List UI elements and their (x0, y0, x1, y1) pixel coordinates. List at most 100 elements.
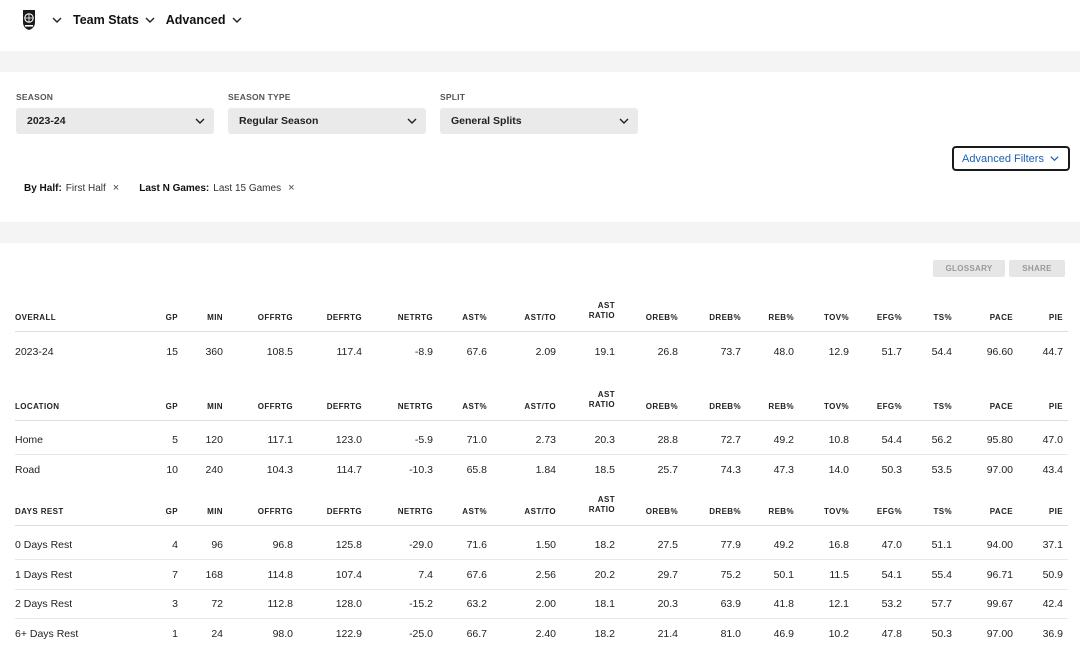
table-row: 2 Days Rest 3 72 112.8 128.0 -15.2 63.2 2.00 18.… (15, 590, 1068, 619)
column-header-line: RATIO (588, 505, 615, 514)
column-header[interactable]: AST/TO (524, 497, 556, 525)
column-header[interactable]: NETRTG (398, 303, 433, 331)
remove-filter-icon[interactable]: × (113, 182, 119, 194)
column-header[interactable]: EFG% (877, 497, 902, 525)
stat-cell: 11.5 (829, 569, 849, 581)
stat-cell: 99.67 (986, 598, 1013, 610)
stat-cell: 25.7 (657, 463, 678, 476)
column-header[interactable]: PACE (990, 303, 1013, 331)
column-header[interactable]: EFG% (877, 392, 902, 420)
column-header[interactable]: OREB% (646, 303, 678, 331)
split-select[interactable]: General Splits (440, 108, 638, 134)
column-header[interactable]: GP (166, 497, 178, 525)
stat-cell: 94.00 (986, 539, 1013, 551)
stat-cell: 27.5 (657, 539, 678, 551)
column-header[interactable]: REB% (768, 497, 794, 525)
season-select[interactable]: 2023-24 (16, 108, 214, 134)
column-header[interactable]: TOV% (824, 303, 849, 331)
filter-chip-by-half: By Half: First Half × (24, 182, 119, 194)
stat-cell: 50.9 (1042, 569, 1063, 581)
stat-cell: 117.1 (267, 434, 294, 446)
row-label: 2023-24 (15, 345, 54, 358)
column-header[interactable]: AST% (462, 303, 487, 331)
stat-cell: 43.4 (1042, 463, 1063, 476)
column-header[interactable]: PACE (990, 497, 1013, 525)
column-header[interactable]: NETRTG (398, 392, 433, 420)
stat-cell: 168 (205, 569, 223, 581)
column-header[interactable]: TS% (933, 303, 952, 331)
column-header[interactable]: DREB% (709, 303, 741, 331)
column-header[interactable]: NETRTG (398, 497, 433, 525)
column-header[interactable]: GP (166, 392, 178, 420)
column-header[interactable]: AST RATIO (589, 297, 615, 325)
stat-cell: 20.2 (594, 569, 615, 581)
advanced-menu[interactable]: Advanced (166, 13, 243, 27)
stat-cell: 71.6 (466, 539, 487, 551)
column-header[interactable]: OREB% (646, 392, 678, 420)
stat-cell: 49.2 (773, 434, 794, 446)
stat-cell: 67.6 (466, 345, 487, 358)
stat-cell: 120 (205, 434, 223, 446)
column-header[interactable]: PIE (1049, 303, 1063, 331)
column-header[interactable]: DEFRTG (327, 303, 362, 331)
column-header[interactable]: GP (166, 303, 178, 331)
column-header[interactable]: OFFRTG (258, 497, 293, 525)
column-header[interactable]: TOV% (824, 497, 849, 525)
column-header-line: AST (597, 301, 615, 310)
filter-chip-last-n-games: Last N Games: Last 15 Games × (139, 182, 294, 194)
column-header[interactable]: AST/TO (524, 392, 556, 420)
glossary-button[interactable]: GLOSSARY (933, 260, 1005, 277)
column-header[interactable]: REB% (768, 392, 794, 420)
stat-cell: 81.0 (720, 627, 741, 640)
stat-cell: 72.7 (720, 434, 741, 446)
column-header[interactable]: MIN (207, 303, 223, 331)
column-header[interactable]: PIE (1049, 497, 1063, 525)
column-header[interactable]: AST/TO (524, 303, 556, 331)
stat-cell: 54.4 (931, 345, 952, 358)
table-section-header: OVERALL GP MIN OFFRTG DEFRTG NETRTG AST% AST/TO… (15, 301, 1068, 332)
column-header-line: RATIO (588, 400, 615, 409)
remove-filter-icon[interactable]: × (288, 182, 294, 194)
column-header[interactable]: DEFRTG (327, 392, 362, 420)
stat-cell: 114.7 (336, 463, 363, 476)
column-header[interactable]: TS% (933, 497, 952, 525)
column-header[interactable]: OFFRTG (258, 392, 293, 420)
team-stats-menu[interactable]: Team Stats (73, 13, 156, 27)
column-header[interactable]: TS% (933, 392, 952, 420)
column-header[interactable]: MIN (207, 497, 223, 525)
column-header[interactable]: MIN (207, 392, 223, 420)
column-header[interactable]: PACE (990, 392, 1013, 420)
row-label: 2 Days Rest (15, 598, 73, 610)
column-header[interactable]: DREB% (709, 392, 741, 420)
stat-cell: 46.9 (773, 627, 794, 640)
team-dropdown-chevron-icon[interactable] (51, 14, 63, 26)
column-header[interactable]: DREB% (709, 497, 741, 525)
stat-cell: 1.50 (535, 539, 556, 551)
team-logo[interactable] (21, 9, 39, 31)
advanced-filters-button[interactable]: Advanced Filters (952, 146, 1070, 171)
column-header[interactable]: OREB% (646, 497, 678, 525)
column-header[interactable]: TOV% (824, 392, 849, 420)
column-header[interactable]: REB% (768, 303, 794, 331)
table-row: 0 Days Rest 4 96 96.8 125.8 -29.0 71.6 1.50 18.2… (15, 531, 1068, 560)
stat-cell: 97.00 (986, 627, 1013, 640)
stat-cell: 29.7 (657, 569, 678, 581)
stat-cell: 66.7 (466, 627, 487, 640)
column-header[interactable]: AST RATIO (589, 491, 615, 519)
column-header[interactable]: PIE (1049, 392, 1063, 420)
column-header[interactable]: EFG% (877, 303, 902, 331)
stat-cell: 97.00 (986, 463, 1013, 476)
column-header[interactable]: AST% (462, 497, 487, 525)
season-type-select[interactable]: Regular Season (228, 108, 426, 134)
column-header[interactable]: DEFRTG (327, 497, 362, 525)
table-row: 2023-24 15 360 108.5 117.4 -8.9 67.6 2.09 19.1 26… (15, 337, 1068, 366)
column-header[interactable]: AST% (462, 392, 487, 420)
column-header[interactable]: OFFRTG (258, 303, 293, 331)
share-button[interactable]: SHARE (1009, 260, 1065, 277)
column-header[interactable]: AST RATIO (589, 386, 615, 414)
stat-cell: 107.4 (335, 569, 362, 581)
stat-cell: 104.3 (266, 463, 293, 476)
stat-cell: 44.7 (1042, 345, 1063, 358)
stat-cell: 12.9 (828, 345, 849, 358)
stat-cell: 24 (211, 627, 223, 640)
